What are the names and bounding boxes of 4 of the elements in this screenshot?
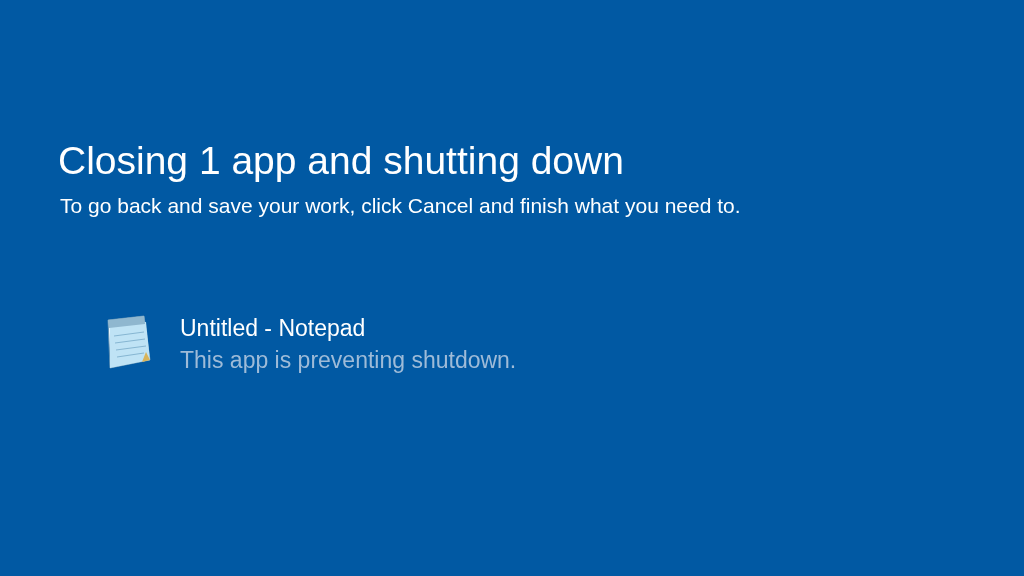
app-status: This app is preventing shutdown. xyxy=(180,346,517,375)
instruction-text: To go back and save your work, click Cancel and finish what you need to. xyxy=(60,193,742,219)
shutdown-title: Closing 1 app and shutting down xyxy=(58,138,625,184)
app-name: Untitled - Notepad xyxy=(180,314,367,343)
